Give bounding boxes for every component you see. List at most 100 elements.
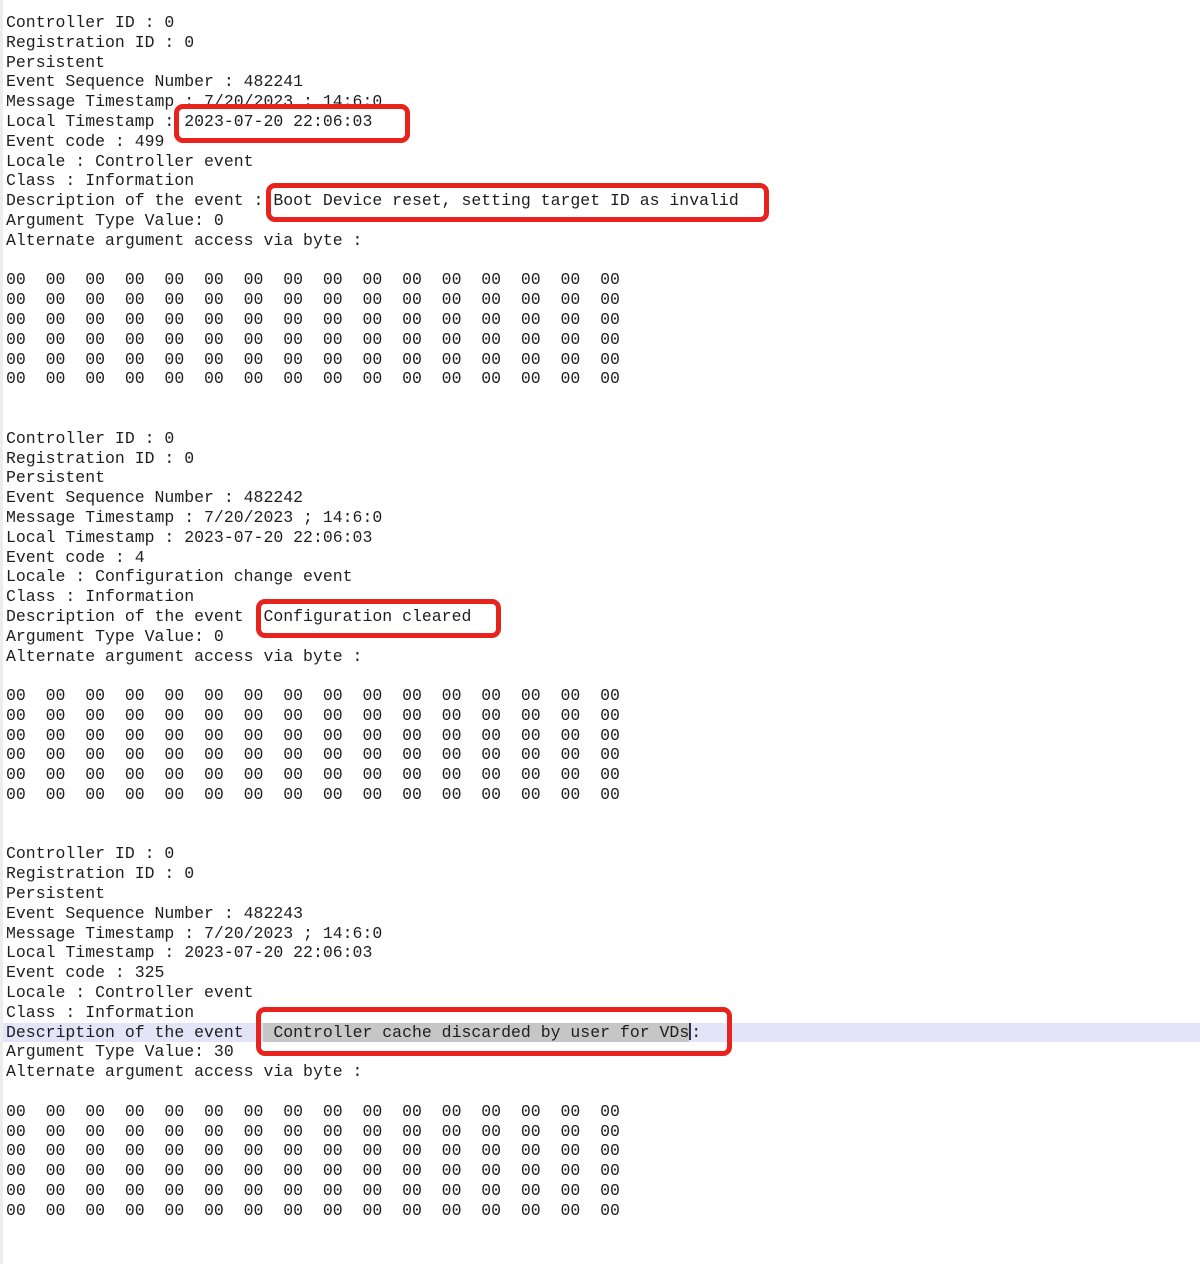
log-line: Message Timestamp : 7/20/2023 ; 14:6:0: [0, 508, 1200, 528]
log-text: Event Sequence Number : 482243: [6, 904, 303, 923]
hex-dump-row: 00 00 00 00 00 00 00 00 00 00 00 00 00 0…: [0, 270, 1200, 290]
log-text: Description of the event: [6, 607, 263, 626]
log-line: Event Sequence Number : 482243: [0, 904, 1200, 924]
log-text: :: [691, 1023, 701, 1042]
log-text: Description of the event: [6, 1023, 263, 1042]
log-text: Controller ID : 0: [6, 13, 174, 32]
log-text: Registration ID : 0: [6, 449, 194, 468]
log-text: Message Timestamp : 7/20/2023 ; 14:6:0: [6, 508, 382, 527]
log-line: Message Timestamp : 7/20/2023 ; 14:6:0: [0, 924, 1200, 944]
log-line: Persistent: [0, 468, 1200, 488]
log-text: Persistent: [6, 468, 105, 487]
event-log-text-area[interactable]: Controller ID : 0Registration ID : 0Pers…: [0, 0, 1200, 1260]
log-text: Event code : 499: [6, 132, 164, 151]
hex-dump-row: 00 00 00 00 00 00 00 00 00 00 00 00 00 0…: [0, 1122, 1200, 1142]
hex-dump-row: 00 00 00 00 00 00 00 00 00 00 00 00 00 0…: [0, 726, 1200, 746]
log-line: Event Sequence Number : 482242: [0, 488, 1200, 508]
annotation-box: Boot Device reset, setting target ID as …: [273, 191, 738, 211]
log-text: Event code : 325: [6, 963, 164, 982]
log-line: Event code : 4: [0, 548, 1200, 568]
log-line: Registration ID : 0: [0, 33, 1200, 53]
selected-text: Controller cache discarded by user for V…: [263, 1023, 689, 1043]
hex-dump-row: 00 00 00 00 00 00 00 00 00 00 00 00 00 0…: [0, 686, 1200, 706]
log-line: [0, 389, 1200, 409]
log-line: Message Timestamp : 7/20/2023 ; 14:6:0: [0, 92, 1200, 112]
log-text: Message Timestamp : 7/20/2023 ; 14:6:0: [6, 92, 382, 111]
log-line: Argument Type Value: 30: [0, 1042, 1200, 1062]
log-line: [0, 825, 1200, 845]
log-text: Class : Information: [6, 587, 194, 606]
log-text: Alternate argument access via byte :: [6, 1062, 362, 1081]
window-left-edge: [0, 0, 3, 1264]
log-line: Description of the event Configuration c…: [0, 607, 1200, 627]
log-line: Controller ID : 0: [0, 13, 1200, 33]
log-line: Registration ID : 0: [0, 449, 1200, 469]
highlighted-log-line: Description of the event Controller cach…: [0, 1023, 1200, 1043]
hex-dump-row: 00 00 00 00 00 00 00 00 00 00 00 00 00 0…: [0, 310, 1200, 330]
log-line: Local Timestamp : 2023-07-20 22:06:03: [0, 112, 1200, 132]
log-line: Locale : Controller event: [0, 152, 1200, 172]
log-line: [0, 409, 1200, 429]
hex-dump-row: 00 00 00 00 00 00 00 00 00 00 00 00 00 0…: [0, 1102, 1200, 1122]
log-text: Description of the event :: [6, 191, 273, 210]
hex-dump-row: 00 00 00 00 00 00 00 00 00 00 00 00 00 0…: [0, 765, 1200, 785]
log-line: Event code : 325: [0, 963, 1200, 983]
log-text: Event Sequence Number : 482241: [6, 72, 303, 91]
annotation-box: 2023-07-20 22:06:03: [184, 112, 372, 132]
log-line: Alternate argument access via byte :: [0, 231, 1200, 251]
log-line: Description of the event : Boot Device r…: [0, 191, 1200, 211]
log-line: Controller ID : 0: [0, 429, 1200, 449]
log-line: Class : Information: [0, 587, 1200, 607]
log-text: Event Sequence Number : 482242: [6, 488, 303, 507]
hex-dump-row: 00 00 00 00 00 00 00 00 00 00 00 00 00 0…: [0, 785, 1200, 805]
log-text: Message Timestamp : 7/20/2023 ; 14:6:0: [6, 924, 382, 943]
log-text: Alternate argument access via byte :: [6, 647, 362, 666]
log-text: Locale : Controller event: [6, 152, 254, 171]
text-editor-viewport: { "colors": { "annotation_red": "#e8231d…: [0, 0, 1200, 1264]
log-text: Class : Information: [6, 1003, 194, 1022]
log-line: Class : Information: [0, 1003, 1200, 1023]
annotation-box: Configuration cleared: [263, 607, 471, 627]
hex-dump-row: 00 00 00 00 00 00 00 00 00 00 00 00 00 0…: [0, 1181, 1200, 1201]
log-line: [0, 1221, 1200, 1241]
log-text: Controller ID : 0: [6, 429, 174, 448]
log-line: Alternate argument access via byte :: [0, 1062, 1200, 1082]
log-text: Event code : 4: [6, 548, 145, 567]
log-line: [0, 1082, 1200, 1102]
log-text: Local Timestamp :: [6, 112, 184, 131]
hex-dump-row: 00 00 00 00 00 00 00 00 00 00 00 00 00 0…: [0, 350, 1200, 370]
log-text: Argument Type Value: 0: [6, 211, 224, 230]
log-text: Registration ID : 0: [6, 864, 194, 883]
hex-dump-row: 00 00 00 00 00 00 00 00 00 00 00 00 00 0…: [0, 290, 1200, 310]
log-line: Local Timestamp : 2023-07-20 22:06:03: [0, 528, 1200, 548]
log-text: Locale : Controller event: [6, 983, 254, 1002]
log-text: Alternate argument access via byte :: [6, 231, 362, 250]
log-text: Locale : Configuration change event: [6, 567, 353, 586]
log-line: Controller ID : 0: [0, 844, 1200, 864]
hex-dump-row: 00 00 00 00 00 00 00 00 00 00 00 00 00 0…: [0, 745, 1200, 765]
log-line: Event Sequence Number : 482241: [0, 72, 1200, 92]
log-text: Local Timestamp : 2023-07-20 22:06:03: [6, 528, 372, 547]
log-line: Locale : Controller event: [0, 983, 1200, 1003]
hex-dump-row: 00 00 00 00 00 00 00 00 00 00 00 00 00 0…: [0, 1161, 1200, 1181]
hex-dump-row: 00 00 00 00 00 00 00 00 00 00 00 00 00 0…: [0, 1141, 1200, 1161]
log-line: Event code : 499: [0, 132, 1200, 152]
log-line: Argument Type Value: 0: [0, 211, 1200, 231]
log-text: Class : Information: [6, 171, 194, 190]
log-line: [0, 666, 1200, 686]
log-text: Registration ID : 0: [6, 33, 194, 52]
log-line: Registration ID : 0: [0, 864, 1200, 884]
hex-dump-row: 00 00 00 00 00 00 00 00 00 00 00 00 00 0…: [0, 369, 1200, 389]
log-line: Persistent: [0, 884, 1200, 904]
log-line: Persistent: [0, 53, 1200, 73]
log-line: Argument Type Value: 0: [0, 627, 1200, 647]
hex-dump-row: 00 00 00 00 00 00 00 00 00 00 00 00 00 0…: [0, 706, 1200, 726]
log-line: Alternate argument access via byte :: [0, 647, 1200, 667]
log-line: Locale : Configuration change event: [0, 567, 1200, 587]
log-text: Argument Type Value: 0: [6, 627, 224, 646]
log-text: Local Timestamp : 2023-07-20 22:06:03: [6, 943, 372, 962]
log-text: Persistent: [6, 884, 105, 903]
hex-dump-row: 00 00 00 00 00 00 00 00 00 00 00 00 00 0…: [0, 330, 1200, 350]
log-line: [0, 805, 1200, 825]
log-text: Controller ID : 0: [6, 844, 174, 863]
